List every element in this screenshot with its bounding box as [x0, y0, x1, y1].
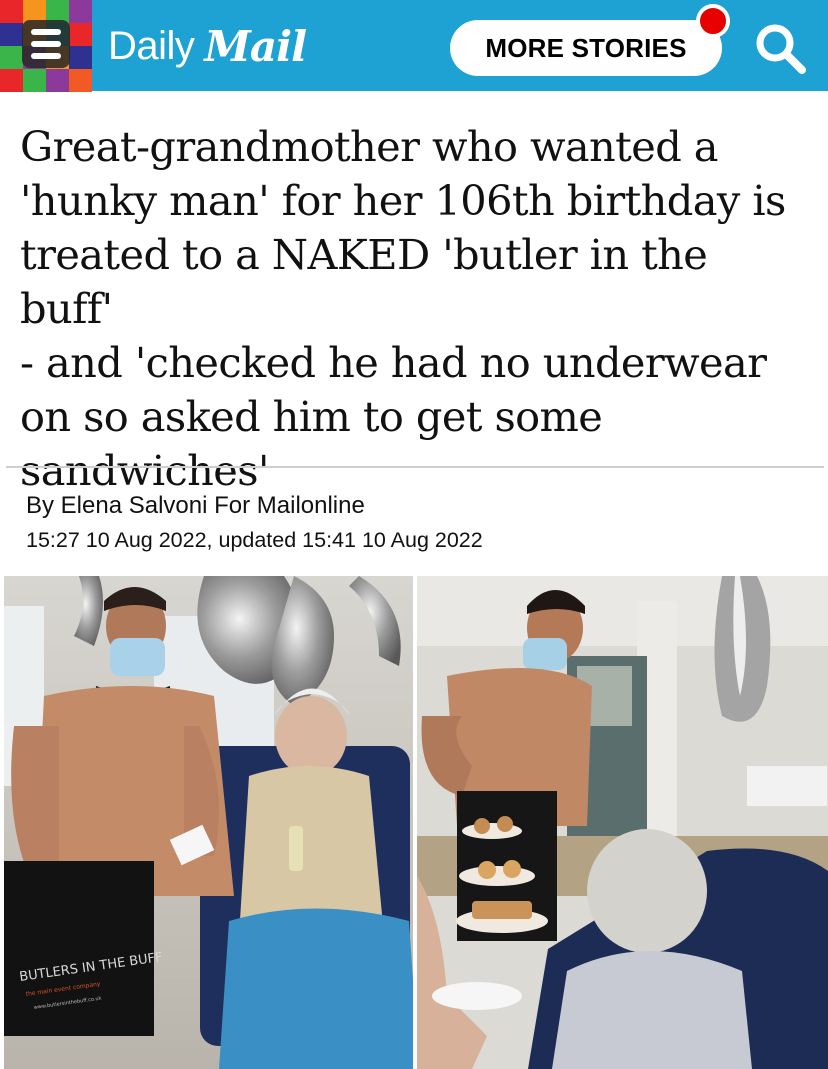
article-photo-right[interactable] — [417, 576, 828, 1069]
menu-color-tile — [0, 46, 23, 69]
more-stories-button[interactable]: MORE STORIES — [450, 20, 722, 76]
headline-line: - and 'checked he had no underwear — [20, 338, 767, 387]
menu-color-tile — [46, 69, 69, 92]
article-dateline: 15:27 10 Aug 2022, updated 15:41 10 Aug … — [26, 528, 483, 552]
menu-color-tile — [69, 0, 92, 23]
article-photo-left[interactable]: BUTLERS IN THE BUFF the main event compa… — [4, 576, 413, 1069]
headline-divider — [6, 466, 824, 468]
headline-line: Great-grandmother who wanted a — [20, 122, 719, 171]
menu-color-tile — [69, 46, 92, 69]
notification-dot-icon — [696, 4, 730, 38]
article-headline: Great-grandmother who wanted a 'hunky man… — [20, 120, 810, 498]
menu-color-tile — [69, 69, 92, 92]
menu-color-tile — [0, 69, 23, 92]
hamburger-menu-icon[interactable] — [22, 20, 70, 68]
article-byline[interactable]: By Elena Salvoni For Mailonline — [26, 492, 365, 520]
headline-line: treated to a NAKED 'butler in the buff' — [20, 230, 708, 333]
headline-line: 'hunky man' for her 106th birthday is — [20, 176, 786, 225]
menu-color-tile — [0, 0, 23, 23]
site-header: Daily Mail MORE STORIES — [0, 0, 828, 92]
headline-line: sandwiches' — [20, 446, 269, 495]
menu-color-tile — [0, 23, 23, 46]
menu-color-tile — [69, 23, 92, 46]
search-icon[interactable] — [752, 20, 808, 76]
site-logo[interactable]: Daily Mail — [108, 16, 307, 76]
headline-line: on so asked him to get some — [20, 392, 603, 441]
logo-mail-text: Mail — [204, 21, 307, 71]
menu-color-tile — [23, 69, 46, 92]
logo-daily-text: Daily — [108, 23, 195, 68]
